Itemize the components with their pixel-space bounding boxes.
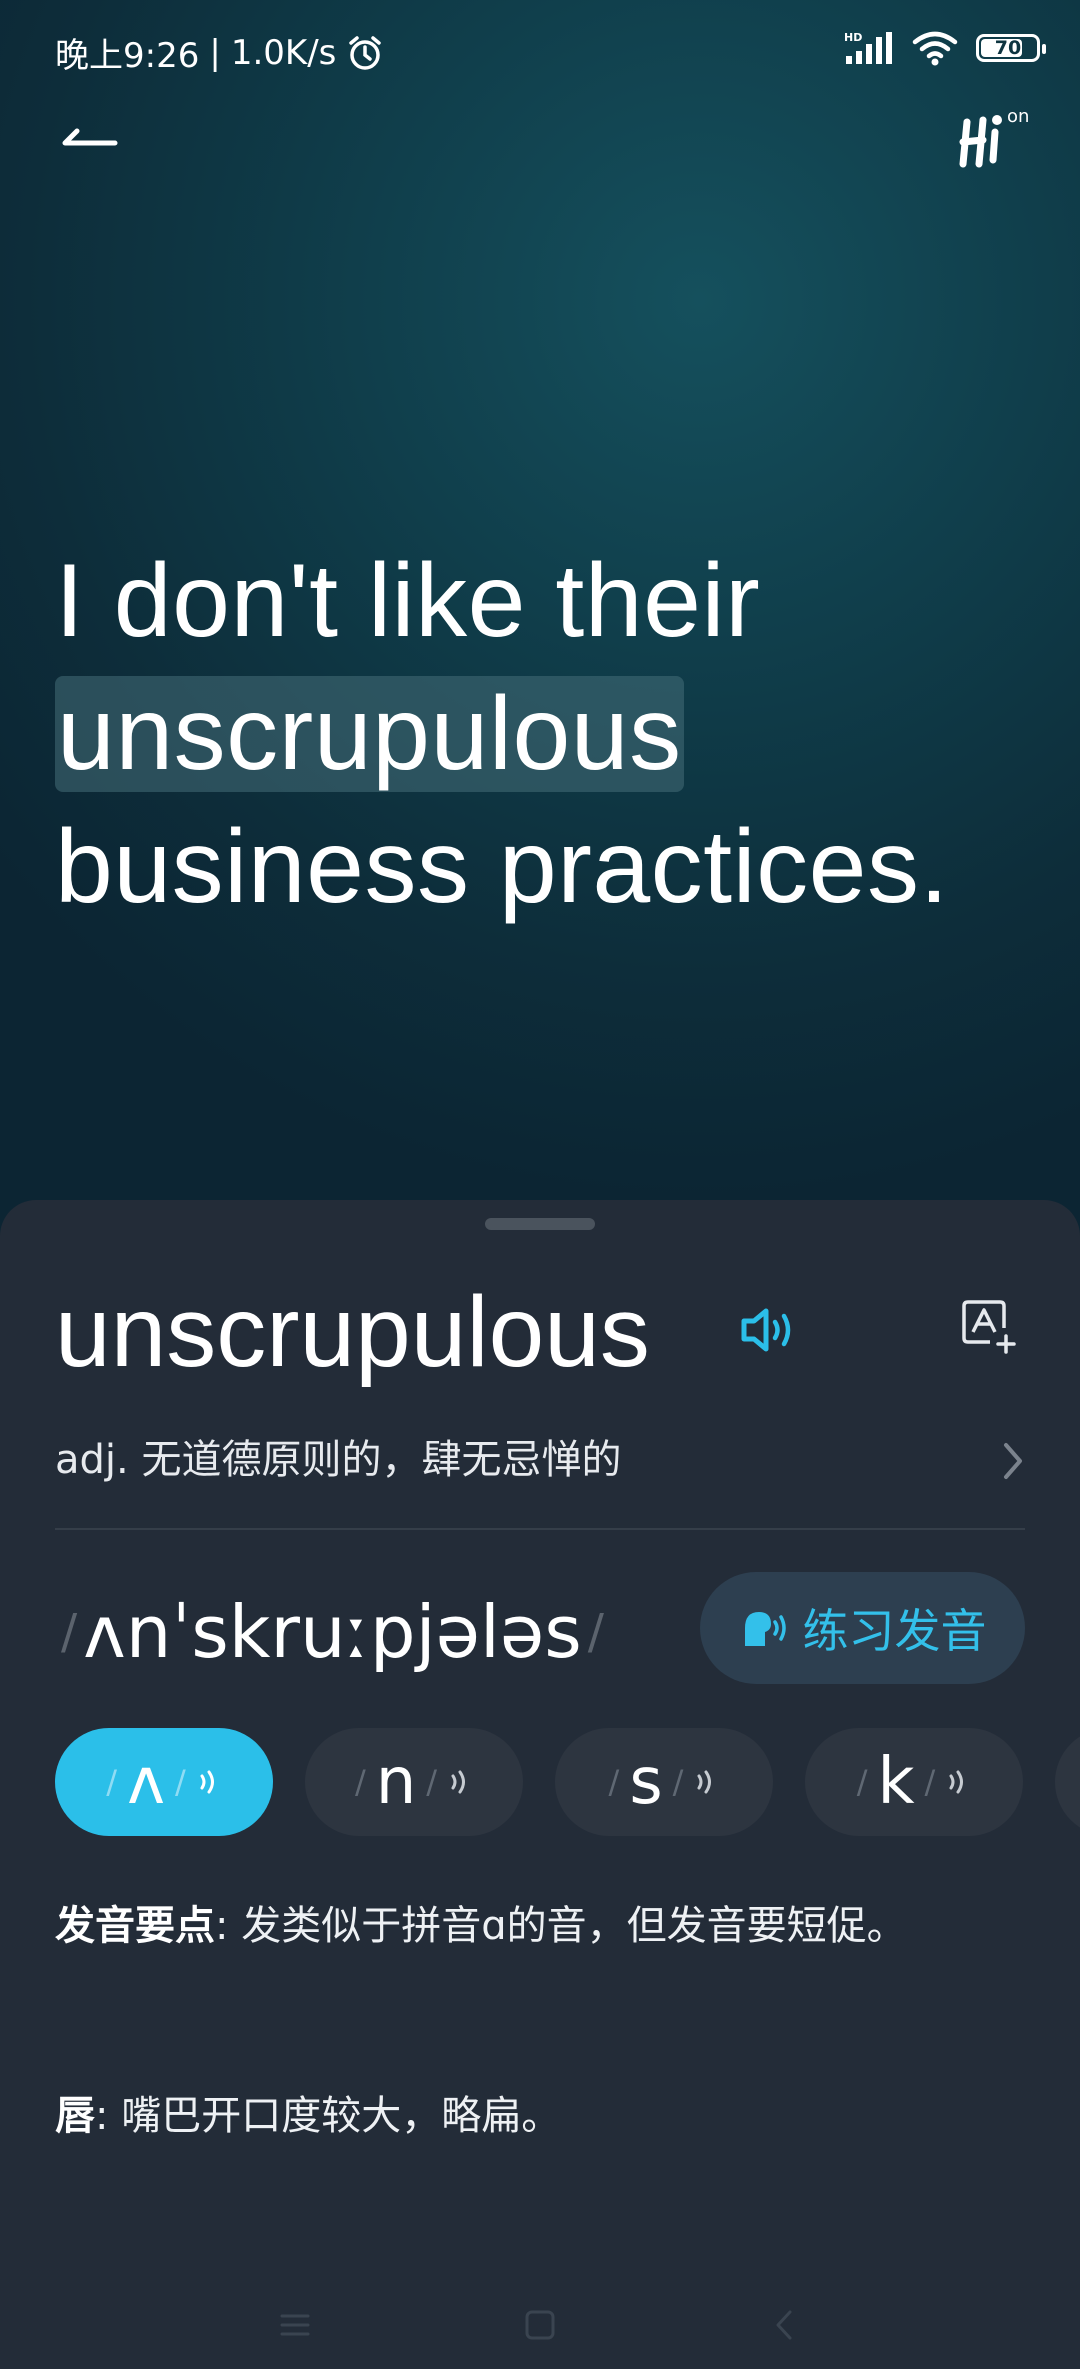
status-separator: |	[209, 32, 221, 73]
back-arrow-icon	[62, 128, 118, 146]
sentence-before: I don't like their	[55, 543, 761, 659]
pronunciation-tips: 发音要点: 发类似于拼音ɑ的音，但发音要短促。	[55, 1895, 1015, 1958]
battery-icon: 70	[976, 34, 1046, 62]
tips-text: : 发类似于拼音ɑ的音，但发音要短促。	[215, 1903, 907, 1949]
phonetic-slash-right: /	[587, 1604, 604, 1660]
back-button[interactable]	[55, 115, 125, 165]
practice-label: 练习发音	[802, 1604, 987, 1658]
battery-level: 70	[994, 37, 1022, 59]
sound-wave-icon	[697, 1770, 712, 1794]
chip-slash: /	[354, 1763, 366, 1801]
status-left: 晚上9:26 | 1.0K/s	[55, 28, 384, 77]
tips-label: 发音要点	[55, 1903, 215, 1949]
definition-row[interactable]: adj. 无道德原则的，肆无忌惮的	[55, 1425, 1025, 1495]
phonetic-text: ʌnˈskruːpjələs	[83, 1590, 582, 1674]
chip-slash: /	[174, 1763, 186, 1801]
lips-text: : 嘴巴开口度较大，略扁。	[95, 2093, 562, 2139]
phoneme-symbol: k	[877, 1745, 915, 1819]
home-icon[interactable]	[515, 2300, 565, 2350]
chip-slash: /	[856, 1763, 868, 1801]
phoneme-symbol: ʌ	[127, 1745, 165, 1819]
phoneme-chip[interactable]: / ʌ /	[55, 1728, 273, 1836]
signal-hd-label: HD	[844, 31, 862, 44]
word-detail-sheet: unscrupulous adj. 无道德原则的，肆无忌惮的 / ʌnˈskru…	[0, 1200, 1080, 2369]
phonetic-transcription: / ʌnˈskruːpjələs /	[55, 1590, 610, 1674]
phoneme-chips: / ʌ / / n / / s / / k /	[55, 1728, 1080, 1838]
chip-slash: /	[426, 1763, 438, 1801]
sound-wave-icon	[949, 1770, 964, 1794]
battery-tip	[1042, 44, 1046, 54]
lips-tip: 唇: 嘴巴开口度较大，略扁。	[55, 2085, 1015, 2148]
system-nav-bar	[0, 2280, 1080, 2369]
menu-icon[interactable]	[270, 2300, 320, 2350]
alarm-icon	[349, 35, 382, 70]
add-vocab-icon[interactable]	[960, 1298, 1018, 1356]
signal-icon: HD	[844, 31, 892, 64]
definition-text: adj. 无道德原则的，肆无忌惮的	[55, 1437, 622, 1483]
status-net-speed: 1.0K/s	[230, 32, 337, 73]
headword: unscrupulous	[55, 1276, 650, 1388]
lips-label: 唇	[55, 2093, 95, 2139]
wifi-icon	[912, 31, 958, 66]
nav-back-icon[interactable]	[760, 2300, 810, 2350]
phoneme-symbol: n	[375, 1745, 417, 1819]
sentence-after: business practices.	[55, 809, 949, 925]
chip-slash: /	[608, 1763, 620, 1801]
sentence-text: I don't like their unscrupulous business…	[55, 535, 1045, 934]
sound-wave-icon	[200, 1770, 214, 1794]
practice-pronunciation-button[interactable]: 练习发音	[700, 1572, 1025, 1684]
hi-logo-icon[interactable]: on	[955, 102, 1035, 172]
sound-wave-icon	[451, 1770, 466, 1794]
phoneme-chip-partial[interactable]	[1055, 1728, 1080, 1836]
phoneme-symbol: s	[629, 1745, 663, 1819]
chevron-right-icon	[1004, 1443, 1022, 1479]
status-time: 晚上9:26	[55, 36, 200, 76]
chip-slash: /	[106, 1763, 118, 1801]
status-right: HD 70	[844, 30, 1046, 66]
phonetic-slash-left: /	[61, 1604, 78, 1660]
sheet-drag-handle[interactable]	[485, 1218, 595, 1230]
phoneme-chip[interactable]: / s /	[555, 1728, 773, 1836]
divider	[55, 1528, 1025, 1530]
phoneme-chip[interactable]: / n /	[305, 1728, 523, 1836]
mic-icon	[744, 1612, 786, 1646]
status-bar: 晚上9:26 | 1.0K/s HD 70	[0, 0, 1080, 110]
phoneme-chip[interactable]: / k /	[805, 1728, 1023, 1836]
svg-text:on: on	[1007, 106, 1029, 127]
chip-slash: /	[924, 1763, 936, 1801]
sentence-highlighted-word[interactable]: unscrupulous	[55, 676, 684, 792]
chip-slash: /	[672, 1763, 684, 1801]
speaker-icon[interactable]	[740, 1305, 796, 1355]
